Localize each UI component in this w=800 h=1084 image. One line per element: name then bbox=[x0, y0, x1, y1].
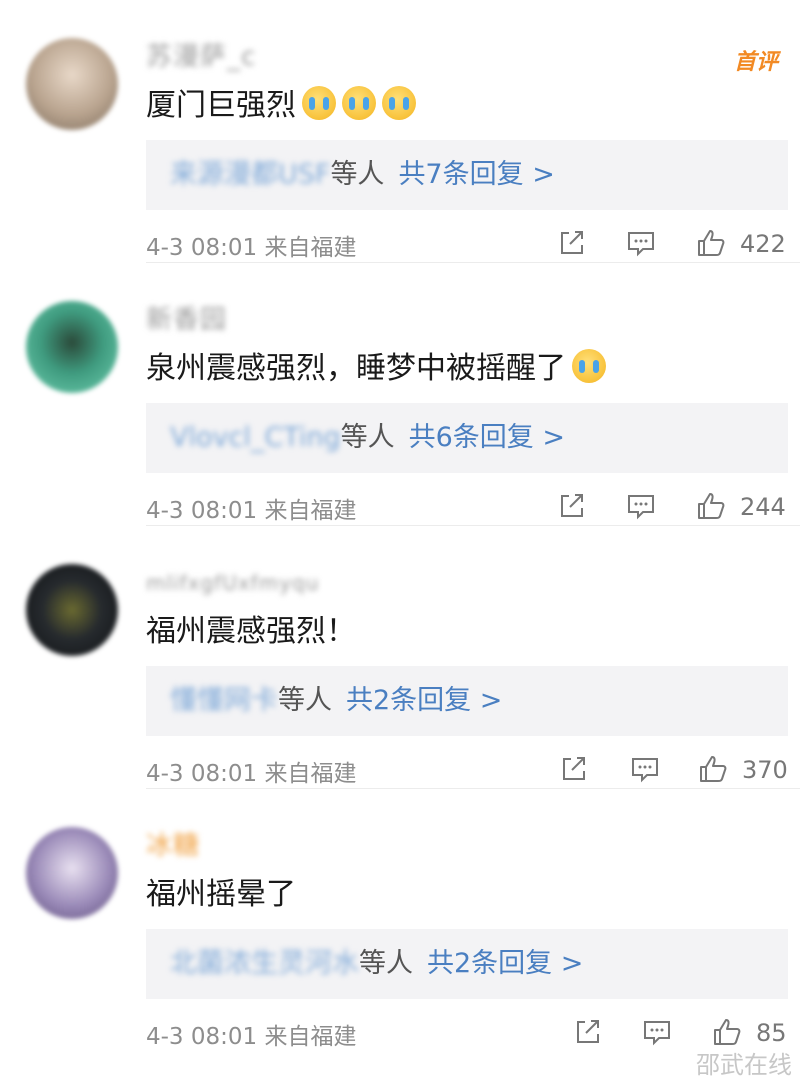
like-button[interactable] bbox=[712, 1017, 742, 1047]
reply-names: 来源漫都USF bbox=[170, 159, 331, 190]
comment-button[interactable] bbox=[626, 228, 656, 258]
crying-emoji-icon bbox=[382, 86, 416, 120]
thumbs-up-icon bbox=[698, 493, 725, 519]
comment-text-content: 福州摇晕了 bbox=[146, 877, 296, 912]
comment-item: mlifxgfUxfmyqu 福州震感强烈！ 懂懂网卡等人 共2条回复 > 4-3… bbox=[0, 526, 800, 789]
reply-preview[interactable]: 懂懂网卡等人 共2条回复 > bbox=[146, 666, 788, 736]
reply-count-link[interactable]: 共6条回复 > bbox=[409, 422, 565, 453]
thumbs-up-icon bbox=[698, 230, 725, 256]
comment-text-content: 厦门巨强烈 bbox=[146, 88, 296, 123]
share-button[interactable] bbox=[558, 754, 588, 784]
like-button[interactable] bbox=[698, 754, 728, 784]
first-comment-badge: 首评 bbox=[733, 50, 778, 75]
comment-meta: 4-3 08:01 来自福建 bbox=[146, 761, 357, 787]
share-icon bbox=[563, 757, 585, 780]
comment-icon bbox=[628, 495, 654, 520]
comment-icon bbox=[632, 758, 658, 783]
reply-suffix: 等人 bbox=[278, 685, 332, 716]
share-icon bbox=[577, 1020, 599, 1043]
like-button[interactable] bbox=[696, 491, 726, 521]
reply-names: 北菌浓生灵河水 bbox=[170, 948, 359, 979]
comment-text-content: 泉州震感强烈，睡梦中被摇醒了 bbox=[146, 351, 566, 386]
comment-icon bbox=[628, 232, 654, 257]
avatar[interactable] bbox=[26, 827, 118, 919]
comment-text: 福州摇晕了 bbox=[146, 873, 296, 917]
comment-meta: 4-3 08:01 来自福建 bbox=[146, 235, 357, 261]
thumbs-up-icon bbox=[714, 1019, 741, 1045]
comment-item: 苏漫萨_c 首评 厦门巨强烈 来源漫都USF等人 共7条回复 > 4-3 08:0… bbox=[0, 0, 800, 263]
comment-meta: 4-3 08:01 来自福建 bbox=[146, 1024, 357, 1050]
like-count: 244 bbox=[740, 493, 786, 521]
comment-button[interactable] bbox=[630, 754, 660, 784]
reply-suffix: 等人 bbox=[330, 159, 385, 190]
reply-preview[interactable]: 北菌浓生灵河水等人 共2条回复 > bbox=[146, 929, 788, 999]
comment-item: 新香园 泉州震感强烈，睡梦中被摇醒了 Vlovcl_CTing等人 共6条回复 >… bbox=[0, 263, 800, 526]
like-button[interactable] bbox=[696, 228, 726, 258]
username[interactable]: 新香园 bbox=[146, 305, 227, 335]
username[interactable]: 苏漫萨_c bbox=[146, 42, 256, 72]
share-button[interactable] bbox=[556, 228, 586, 258]
like-count: 370 bbox=[742, 756, 788, 784]
share-button[interactable] bbox=[556, 491, 586, 521]
reply-count-link[interactable]: 共2条回复 > bbox=[346, 685, 502, 716]
reply-suffix: 等人 bbox=[340, 422, 395, 453]
comment-button[interactable] bbox=[642, 1017, 672, 1047]
like-count: 85 bbox=[756, 1019, 787, 1047]
reply-names: Vlovcl_CTing bbox=[170, 422, 341, 453]
reply-preview[interactable]: Vlovcl_CTing等人 共6条回复 > bbox=[146, 403, 788, 473]
avatar[interactable] bbox=[26, 38, 118, 130]
comment-meta: 4-3 08:01 来自福建 bbox=[146, 498, 357, 524]
comment-icon bbox=[644, 1021, 670, 1046]
crying-emoji-icon bbox=[342, 86, 376, 120]
reply-count-link[interactable]: 共2条回复 > bbox=[427, 948, 583, 979]
crying-emoji-icon bbox=[302, 86, 336, 120]
username[interactable]: mlifxgfUxfmyqu bbox=[146, 568, 319, 598]
share-icon bbox=[561, 231, 583, 254]
comment-text: 福州震感强烈！ bbox=[146, 610, 356, 654]
avatar[interactable] bbox=[26, 301, 118, 393]
username[interactable]: 冰糖 bbox=[146, 831, 200, 861]
watermark: 邵武在线 bbox=[696, 1051, 792, 1079]
share-button[interactable] bbox=[572, 1017, 602, 1047]
comment-item: 冰糖 福州摇晕了 北菌浓生灵河水等人 共2条回复 > 4-3 08:01 来自福建… bbox=[0, 789, 800, 1052]
reply-preview[interactable]: 来源漫都USF等人 共7条回复 > bbox=[146, 140, 788, 210]
comment-text: 泉州震感强烈，睡梦中被摇醒了 bbox=[146, 347, 606, 391]
avatar[interactable] bbox=[26, 564, 118, 656]
reply-suffix: 等人 bbox=[359, 948, 413, 979]
thumbs-up-icon bbox=[700, 756, 727, 782]
comment-text: 厦门巨强烈 bbox=[146, 84, 416, 128]
comment-text-content: 福州震感强烈！ bbox=[146, 614, 356, 649]
share-icon bbox=[561, 494, 583, 517]
reply-count-link[interactable]: 共7条回复 > bbox=[398, 159, 554, 190]
laughing-crying-emoji-icon bbox=[572, 349, 606, 383]
comment-button[interactable] bbox=[626, 491, 656, 521]
reply-names: 懂懂网卡 bbox=[170, 685, 278, 716]
like-count: 422 bbox=[740, 230, 786, 258]
